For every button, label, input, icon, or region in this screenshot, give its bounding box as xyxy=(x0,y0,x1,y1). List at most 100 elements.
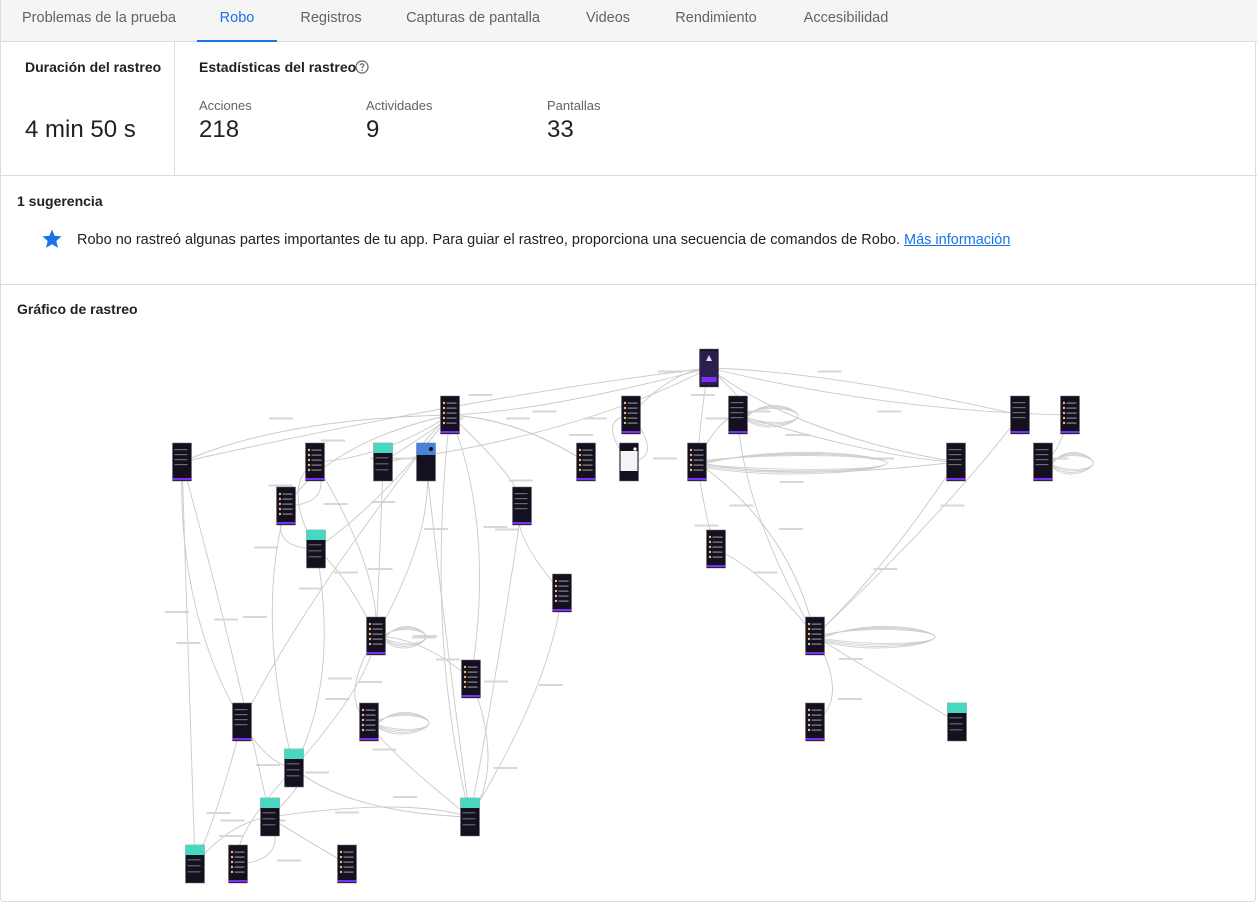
duration-title: Duración del rastreo xyxy=(25,59,162,75)
screen-node[interactable] xyxy=(416,442,436,482)
tab-accessibility[interactable]: Accesibilidad xyxy=(793,0,899,42)
screen-node[interactable] xyxy=(805,616,825,656)
screen-node[interactable] xyxy=(228,844,248,884)
screen-node[interactable] xyxy=(260,797,280,837)
graph-edge-label xyxy=(779,528,803,530)
screen-node[interactable] xyxy=(359,702,379,742)
screen-node[interactable] xyxy=(699,348,719,388)
graph-edge-label xyxy=(436,658,460,661)
graph-edge-label xyxy=(321,439,345,442)
graph-edge-label xyxy=(299,587,323,590)
divider xyxy=(174,42,175,175)
graph-edge xyxy=(469,592,563,818)
screen-node[interactable] xyxy=(706,529,726,569)
screen-node[interactable] xyxy=(461,659,481,699)
suggestions-section: 1 sugerencia Robo no rastreó algunas par… xyxy=(1,176,1257,285)
screen-node[interactable] xyxy=(1033,442,1053,482)
crawl-graph[interactable] xyxy=(1,320,1257,895)
screen-node[interactable] xyxy=(460,797,480,837)
graph-edge xyxy=(194,721,243,865)
screen-node[interactable] xyxy=(687,442,707,482)
screen-node[interactable] xyxy=(1010,395,1030,435)
screen-node[interactable] xyxy=(306,529,326,569)
graph-edge-label xyxy=(753,571,778,574)
graph-edge-label xyxy=(539,684,563,686)
screen-node[interactable] xyxy=(947,702,967,742)
screen-node[interactable] xyxy=(946,442,966,482)
graph-edge xyxy=(449,414,481,680)
graph-edge xyxy=(440,414,471,818)
stats-title: Estadísticas del rastreo xyxy=(199,59,357,75)
screen-node[interactable] xyxy=(619,442,639,482)
graph-edge xyxy=(469,678,489,818)
help-circle-icon[interactable] xyxy=(355,60,369,74)
graph-edge xyxy=(425,461,471,818)
graph-edge-label xyxy=(583,417,607,420)
graph-edge-label xyxy=(220,819,245,822)
learn-more-link[interactable]: Más información xyxy=(904,232,1010,248)
tab-robo[interactable]: Robo xyxy=(197,0,277,42)
screen-node[interactable] xyxy=(728,395,748,435)
graph-edge xyxy=(449,414,523,507)
screen-node[interactable] xyxy=(172,442,192,482)
stat-value-actions: 218 xyxy=(199,116,240,143)
tab-videos[interactable]: Videos xyxy=(573,0,643,42)
suggestion-item: Robo no rastreó algunas partes important… xyxy=(77,232,1010,248)
graph-edge-label xyxy=(219,835,243,837)
tab-screenshots[interactable]: Capturas de pantalla xyxy=(397,0,549,42)
screen-node[interactable] xyxy=(805,702,825,742)
graph-edge-label xyxy=(484,680,508,683)
graph-edge-label xyxy=(532,410,557,413)
duration-value: 4 min 50 s xyxy=(25,116,136,143)
stat-value-activities: 9 xyxy=(366,116,380,143)
graph-edge xyxy=(449,414,587,463)
graph-edge-label xyxy=(256,764,280,766)
screen-node[interactable] xyxy=(276,486,296,526)
graph-edge xyxy=(814,414,1021,637)
graph-edge-label xyxy=(165,611,189,613)
graph-edge-label xyxy=(305,771,329,774)
graph-edge-label xyxy=(277,859,301,862)
graph-edge-label xyxy=(368,568,393,570)
graph-edge-label xyxy=(495,528,519,531)
graph-edge-label xyxy=(176,642,201,644)
graph-edge-label xyxy=(729,504,754,507)
screen-node[interactable] xyxy=(337,844,357,884)
graph-edge-label xyxy=(493,767,518,769)
stat-label-screens: Pantallas xyxy=(547,98,601,113)
screen-node[interactable] xyxy=(232,702,252,742)
screen-node[interactable] xyxy=(284,748,304,788)
graph-edge xyxy=(181,461,271,818)
graph-edge-label xyxy=(483,526,508,528)
tab-logs[interactable]: Registros xyxy=(287,0,375,42)
graph-edge-label xyxy=(393,796,417,798)
screen-node[interactable] xyxy=(305,442,325,482)
graph-edge-label xyxy=(839,658,863,660)
screen-node[interactable] xyxy=(185,844,205,884)
stat-label-actions: Acciones xyxy=(199,98,252,113)
crawl-graph-title: Gráfico de rastreo xyxy=(17,301,138,317)
graph-edge-label xyxy=(268,484,293,487)
graph-edge xyxy=(368,721,471,818)
tab-test-issues[interactable]: Problemas de la prueba xyxy=(9,0,189,42)
graph-edge-label xyxy=(254,546,278,549)
screen-node[interactable] xyxy=(576,442,596,482)
graph-edge xyxy=(293,548,325,769)
screen-node[interactable] xyxy=(440,395,460,435)
graph-edge xyxy=(181,461,196,865)
graph-edge-label xyxy=(877,410,902,413)
screen-node[interactable] xyxy=(1060,395,1080,435)
graph-edge-label xyxy=(694,524,719,527)
screen-node[interactable] xyxy=(512,486,532,526)
graph-edge xyxy=(293,767,471,818)
graph-edge-label xyxy=(358,681,382,683)
screen-node[interactable] xyxy=(373,442,393,482)
suggestion-text: Robo no rastreó algunas partes important… xyxy=(77,232,900,248)
screen-node[interactable] xyxy=(366,616,386,656)
graph-edge xyxy=(181,461,243,723)
graph-edge-label xyxy=(328,677,352,680)
graph-edge-label xyxy=(705,417,730,420)
tab-performance[interactable]: Rendimiento xyxy=(665,0,767,42)
screen-node[interactable] xyxy=(621,395,641,435)
screen-node[interactable] xyxy=(552,573,572,613)
